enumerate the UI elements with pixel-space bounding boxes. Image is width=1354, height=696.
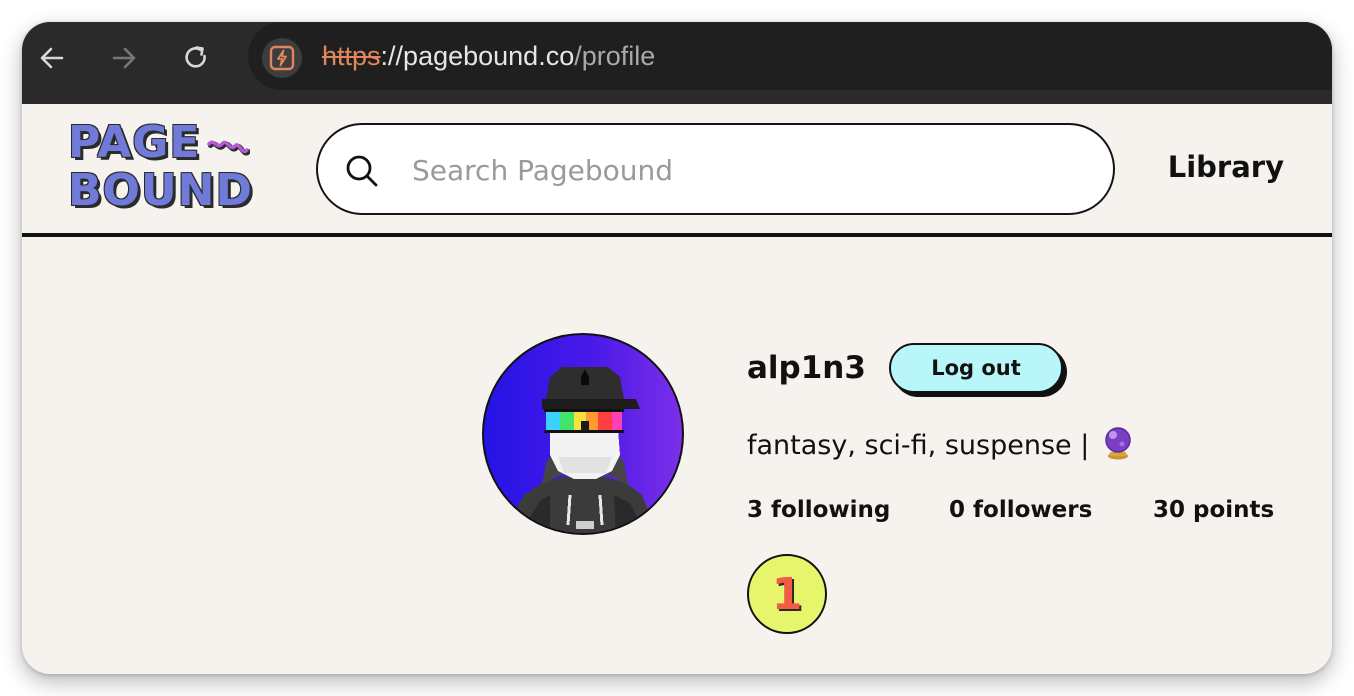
followers-count[interactable]: 0 followers	[949, 497, 1092, 523]
search-input[interactable]	[412, 147, 1092, 193]
following-count[interactable]: 3 following	[747, 497, 890, 523]
nav-library-link[interactable]: Library	[1168, 150, 1284, 184]
profile-bio-text: fantasy, sci-fi, suspense |	[747, 430, 1090, 461]
points-count: 30 points	[1153, 497, 1275, 523]
url-host: ://pagebound.co	[380, 41, 575, 71]
logout-button[interactable]: Log out	[889, 343, 1063, 393]
arrow-left-icon	[40, 47, 64, 69]
forward-button[interactable]	[104, 38, 144, 78]
back-button[interactable]	[32, 38, 72, 78]
reload-button[interactable]	[176, 38, 216, 78]
pixel-avatar-image	[512, 367, 652, 533]
browser-toolbar: https://pagebound.co/profile	[22, 22, 1332, 104]
search-bar[interactable]	[316, 123, 1115, 215]
arrow-right-icon	[112, 47, 136, 69]
reload-icon	[185, 46, 206, 68]
address-bar[interactable]: https://pagebound.co/profile	[248, 22, 1332, 90]
search-icon	[346, 155, 378, 187]
profile-username: alp1n3	[747, 350, 866, 386]
browser-window: https://pagebound.co/profile PAGE BOUND …	[22, 22, 1332, 674]
badge-number: 1	[771, 568, 803, 620]
logout-button-label: Log out	[931, 356, 1021, 380]
site-header: PAGE BOUND Library	[22, 104, 1332, 237]
url-path: /profile	[574, 41, 656, 71]
logo-line-page: PAGE	[68, 117, 201, 168]
logo-line-bound: BOUND	[68, 165, 254, 216]
avatar	[482, 333, 684, 535]
lightning-icon	[269, 45, 295, 71]
profile-bio: fantasy, sci-fi, suspense |	[747, 426, 1134, 461]
pagebound-logo[interactable]: PAGE BOUND	[68, 120, 258, 220]
crystal-ball-icon	[1105, 427, 1131, 460]
url-scheme: https	[322, 41, 381, 71]
site-info-button[interactable]	[262, 38, 302, 78]
url-text[interactable]: https://pagebound.co/profile	[322, 39, 655, 73]
profile-stats: 3 following 0 followers 30 points	[747, 497, 1307, 527]
achievement-badge[interactable]: 1	[747, 554, 827, 634]
